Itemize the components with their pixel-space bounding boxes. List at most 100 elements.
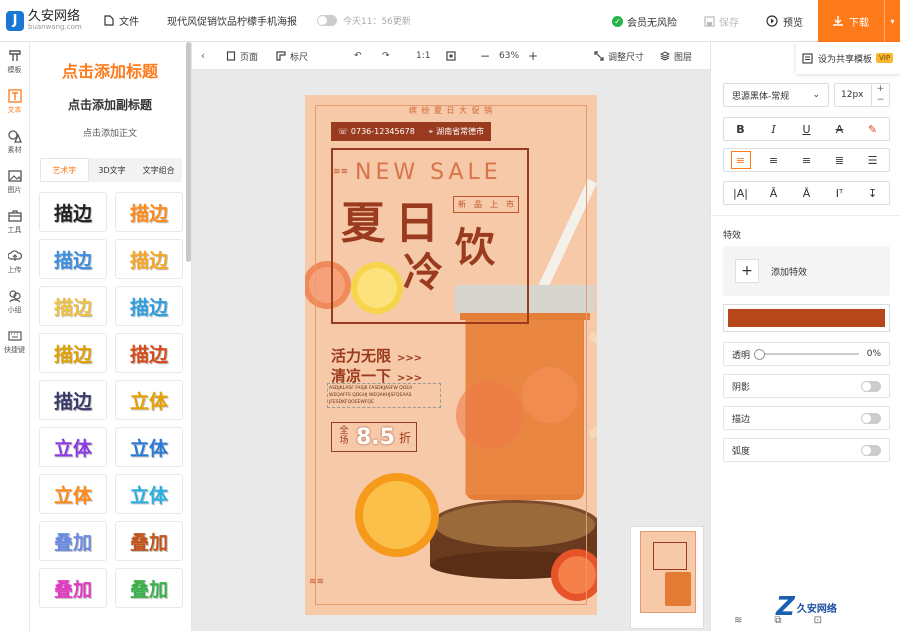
art-text-tile[interactable]: 描边 xyxy=(115,286,183,326)
poster-contact-box[interactable]: ☏ 0736-12345678 ⌖ 湖南省常德市 xyxy=(331,122,491,141)
art-text-tile[interactable]: 立体 xyxy=(115,474,183,514)
text-panel-scrollbar[interactable] xyxy=(186,42,191,262)
art-text-tile[interactable]: 描边 xyxy=(39,192,107,232)
page-thumbnail[interactable] xyxy=(630,526,704,629)
nav-item-group[interactable]: 小组 xyxy=(0,282,29,322)
strikethrough-icon[interactable]: A xyxy=(830,120,850,138)
art-text-tile[interactable]: 描边 xyxy=(115,333,183,373)
font-family-select[interactable]: 思源黑体-常规 ⌄ xyxy=(723,83,829,107)
autosave-toggle[interactable] xyxy=(317,15,337,26)
poster-canvas[interactable]: 缤 纷 夏 日 大 促 销 ☏ 0736-12345678 ⌖ 湖南省常德市 ≋≋ … xyxy=(305,95,597,615)
letter-spacing-icon[interactable]: |A| xyxy=(731,184,751,202)
undo-icon[interactable]: ↶ xyxy=(354,42,362,70)
download-button[interactable]: 下载 ▾ xyxy=(818,0,900,42)
poster-top-text[interactable]: 缤 纷 夏 日 大 促 销 xyxy=(305,105,597,116)
layers-stack-icon[interactable]: ≋ xyxy=(734,615,742,626)
collapse-panel-icon[interactable]: ‹ xyxy=(192,49,214,62)
opacity-slider[interactable] xyxy=(754,349,859,360)
nav-item-material[interactable]: 素材 xyxy=(0,122,29,162)
art-text-tile[interactable]: 描边 xyxy=(39,239,107,279)
resize-label: 调整尺寸 xyxy=(608,52,645,63)
nav-label: 快捷键 xyxy=(4,346,25,354)
redo-icon[interactable]: ↷ xyxy=(382,42,390,70)
italic-icon[interactable]: I xyxy=(764,120,784,138)
align-right-icon[interactable]: ≡ xyxy=(797,151,817,169)
stroke-toggle[interactable] xyxy=(861,412,881,424)
poster-small-text[interactable]: ASDJKLASF FASJK FASDKJASFW QOEA WEQAFFS … xyxy=(329,385,441,407)
zoom-level[interactable]: 63% xyxy=(499,42,519,70)
text-color-icon[interactable]: ✎ xyxy=(863,120,883,138)
layers-button[interactable]: 图层 xyxy=(660,42,692,70)
fit-screen-icon[interactable] xyxy=(446,42,460,70)
zoom-out-icon[interactable]: − xyxy=(480,42,490,70)
nav-item-text[interactable]: 文本 xyxy=(0,82,29,122)
poster-new-product-tag[interactable]: 新 品 上 市 xyxy=(453,196,519,213)
align-center-icon[interactable]: ≡ xyxy=(764,151,784,169)
poster-title-char[interactable]: 冷 xyxy=(403,240,443,298)
download-dropdown-icon[interactable]: ▾ xyxy=(884,0,900,42)
art-text-tile[interactable]: 叠加 xyxy=(115,521,183,561)
tab-text-combo[interactable]: 文字组合 xyxy=(135,158,182,182)
material-icon xyxy=(7,130,22,143)
app-logo[interactable]: J 久安网络 buanwang.com xyxy=(0,0,92,42)
art-text-tile[interactable]: 立体 xyxy=(115,380,183,420)
document-title[interactable]: 现代风促销饮品柠檬手机海报 xyxy=(167,13,297,28)
art-text-tile[interactable]: 描边 xyxy=(39,286,107,326)
art-text-tile[interactable]: 叠加 xyxy=(115,568,183,608)
art-text-tile[interactable]: 叠加 xyxy=(39,521,107,561)
art-text-tile[interactable]: 描边 xyxy=(39,333,107,373)
poster-slogan[interactable]: 活力无限 >>> xyxy=(331,345,422,366)
logo-icon: J xyxy=(6,10,24,31)
vertical-text-icon[interactable]: Iᵀ xyxy=(830,184,850,202)
nav-item-shortcuts[interactable]: 快捷键 xyxy=(0,322,29,362)
zoom-in-icon[interactable]: + xyxy=(528,42,538,70)
resize-button[interactable]: 调整尺寸 xyxy=(594,42,644,70)
shadow-label: 阴影 xyxy=(732,382,751,393)
nav-item-template[interactable]: 模板 xyxy=(0,42,29,82)
share-template-button[interactable]: 设为共享模板 VIP xyxy=(796,42,900,74)
decrease-size-icon[interactable]: − xyxy=(872,95,889,106)
text-color-swatch[interactable] xyxy=(723,304,890,332)
horizontal-text-icon[interactable]: ↧ xyxy=(863,184,883,202)
file-menu-button[interactable]: 文件 xyxy=(104,0,139,42)
poster-discount[interactable]: 全场 8.5 折 xyxy=(331,422,417,452)
nav-item-tools[interactable]: 工具 xyxy=(0,202,29,242)
vertical-align-icon[interactable]: Ȃ xyxy=(797,184,817,202)
save-button[interactable]: 保存 xyxy=(704,0,739,42)
ruler-button[interactable]: 标尺 xyxy=(276,42,308,70)
member-status[interactable]: ✓ 会员无风险 xyxy=(612,0,677,42)
art-text-tile[interactable]: 描边 xyxy=(39,380,107,420)
art-text-tile[interactable]: 描边 xyxy=(115,239,183,279)
canvas-toolbar: ‹ 页面 标尺 ↶ ↷ 1:1 − 63% + 调整尺寸 图层 xyxy=(192,42,710,70)
align-left-icon[interactable]: ≡ xyxy=(730,151,751,169)
bold-icon[interactable]: B xyxy=(731,120,751,138)
poster-title-char[interactable]: 夏 xyxy=(341,187,385,251)
tab-art-text[interactable]: 艺术字 xyxy=(40,158,89,182)
art-text-tile[interactable]: 立体 xyxy=(39,427,107,467)
add-effect-button[interactable]: + 添加特效 xyxy=(723,246,890,296)
poster-title-char[interactable]: 饮 xyxy=(455,215,495,273)
poster-new-sale[interactable]: NEW SALE xyxy=(355,160,502,185)
add-title-button[interactable]: 点击添加标题 xyxy=(30,58,190,82)
align-distribute-icon[interactable]: ☰ xyxy=(863,151,883,169)
text-panel: 点击添加标题 点击添加副标题 点击添加正文 艺术字 3D文字 文字组合 描边 描边… xyxy=(30,42,192,631)
art-text-tile[interactable]: 立体 xyxy=(39,474,107,514)
align-justify-icon[interactable]: ≣ xyxy=(830,151,850,169)
underline-icon[interactable]: U xyxy=(797,120,817,138)
curve-toggle[interactable] xyxy=(861,444,881,456)
nav-item-image[interactable]: 图片 xyxy=(0,162,29,202)
actual-size-button[interactable]: 1:1 xyxy=(416,42,430,70)
page-button[interactable]: 页面 xyxy=(226,42,258,70)
nav-item-upload[interactable]: 上传 xyxy=(0,242,29,282)
art-text-tile[interactable]: 立体 xyxy=(115,427,183,467)
font-size-input[interactable]: 12px + − xyxy=(834,83,890,107)
increase-size-icon[interactable]: + xyxy=(872,84,889,95)
art-text-tile[interactable]: 叠加 xyxy=(39,568,107,608)
tab-3d-text[interactable]: 3D文字 xyxy=(89,158,136,182)
preview-button[interactable]: 预览 xyxy=(766,0,803,42)
art-text-tile[interactable]: 描边 xyxy=(115,192,183,232)
add-body-text-button[interactable]: 点击添加正文 xyxy=(30,126,190,139)
line-height-icon[interactable]: Ā xyxy=(764,184,784,202)
shadow-toggle[interactable] xyxy=(861,380,881,392)
add-subtitle-button[interactable]: 点击添加副标题 xyxy=(30,96,190,113)
